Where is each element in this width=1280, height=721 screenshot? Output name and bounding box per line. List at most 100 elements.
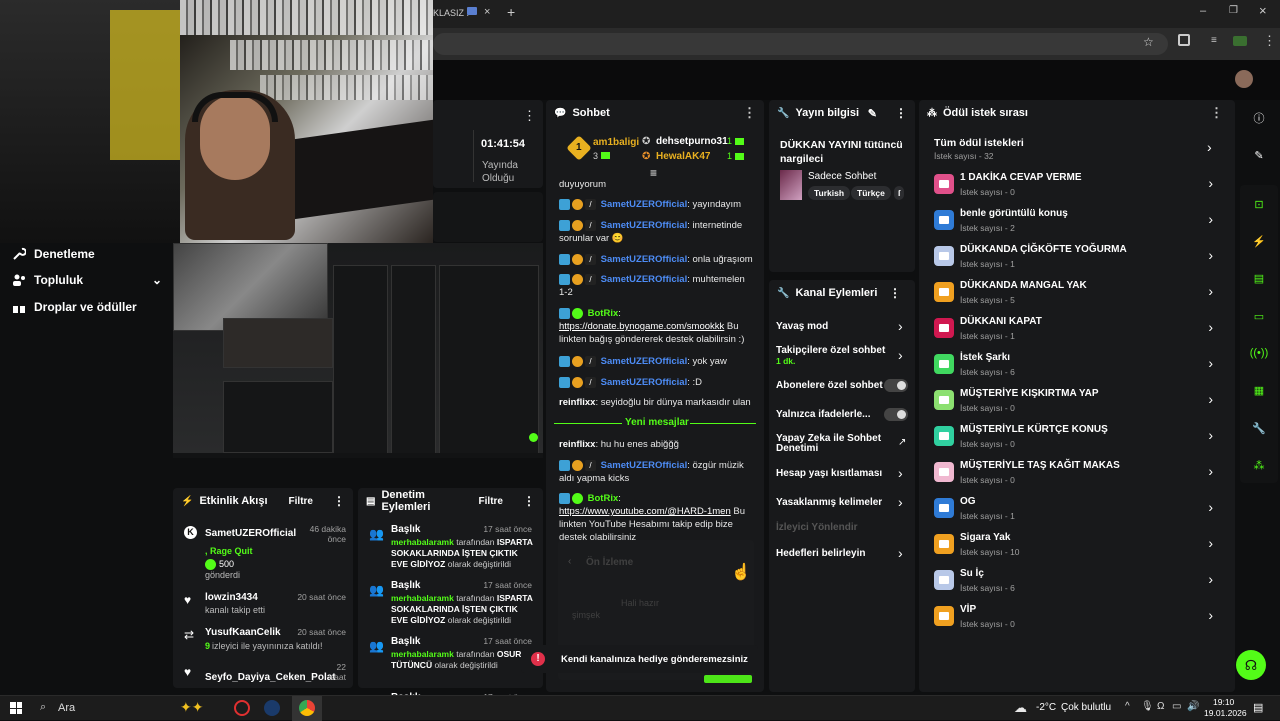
chat-icon[interactable]: ▭ xyxy=(1249,306,1269,326)
tab-close-icon[interactable]: × xyxy=(484,6,490,18)
moderator-name[interactable]: merhabalaramk xyxy=(391,593,454,603)
edit-pencil-icon[interactable]: ✎ xyxy=(1249,145,1269,165)
notifications-icon[interactable]: ▤ xyxy=(1253,701,1263,714)
reward-row[interactable]: MÜŞTERİYE KIŞKIRTMA YAP İstek sayısı - 0 › xyxy=(934,386,1219,418)
leaderboard-user[interactable]: HewalAK47 xyxy=(656,151,710,162)
back-chevron-icon[interactable]: ‹ xyxy=(568,556,571,567)
tray-chevron-icon[interactable]: ^ xyxy=(1125,701,1130,712)
close-window-button[interactable]: × xyxy=(1259,3,1267,18)
avatar[interactable] xyxy=(1235,70,1253,88)
chevron-right-icon[interactable]: › xyxy=(1208,463,1213,479)
clip-icon[interactable]: ⊡ xyxy=(1249,194,1269,214)
bolt-icon[interactable]: ⚡ xyxy=(1249,231,1269,251)
subscribers-only-toggle[interactable] xyxy=(884,379,908,392)
chevron-right-icon[interactable]: › xyxy=(898,318,903,334)
activity-user[interactable]: SametUZEROfficial xyxy=(205,528,296,539)
chevron-right-icon[interactable]: › xyxy=(1207,139,1212,155)
moderator-name[interactable]: merhabalaramk xyxy=(391,649,454,659)
reward-row[interactable]: MÜŞTERİYLE TAŞ KAĞIT MAKAS İstek sayısı -… xyxy=(934,458,1219,490)
weather-desc[interactable]: Çok bulutlu xyxy=(1061,702,1111,713)
message-link[interactable]: https://www.youtube.com/@HARD-1men xyxy=(559,506,731,517)
kebab-menu-icon[interactable]: ⋮ xyxy=(889,286,901,300)
taskbar-date[interactable]: 19.01.2026 xyxy=(1204,708,1247,718)
tag-chip[interactable]: Turkish xyxy=(808,186,851,200)
activity-user[interactable]: lowzin3434 xyxy=(205,592,258,603)
kebab-menu-icon[interactable]: ⋮ xyxy=(895,106,907,120)
kebab-menu-icon[interactable]: ⋮ xyxy=(523,108,536,124)
moderator-name[interactable]: merhabalaramk xyxy=(391,537,454,547)
chevron-right-icon[interactable]: › xyxy=(1208,535,1213,551)
windows-start-icon[interactable] xyxy=(10,702,22,714)
chevron-right-icon[interactable]: › xyxy=(1208,283,1213,299)
reward-row[interactable]: OG İstek sayısı - 1 › xyxy=(934,494,1219,526)
reward-row[interactable]: benle görüntülü konuş İstek sayısı - 2 › xyxy=(934,206,1219,238)
action-account-age[interactable]: Hesap yaşı kısıtlaması xyxy=(776,468,908,479)
kebab-menu-icon[interactable]: ⋮ xyxy=(1210,105,1223,121)
reward-row[interactable]: MÜŞTERİYLE KÜRTÇE KONUŞ İstek sayısı - 0 › xyxy=(934,422,1219,454)
activity-user[interactable]: YusufKaanCelik xyxy=(205,627,281,638)
chevron-right-icon[interactable]: › xyxy=(1208,499,1213,515)
chevron-right-icon[interactable]: › xyxy=(898,545,903,561)
kebab-menu-icon[interactable]: ⋮ xyxy=(333,494,345,508)
maximize-button[interactable]: ❐ xyxy=(1229,5,1238,16)
leaderboard-user[interactable]: am1baligi xyxy=(593,137,639,148)
rewards-icon[interactable]: ⁂ xyxy=(1249,455,1269,475)
chevron-right-icon[interactable]: › xyxy=(1208,607,1213,623)
bookmark-star-icon[interactable]: ☆ xyxy=(1143,35,1154,49)
moderation-filter-button[interactable]: Filtre xyxy=(479,496,503,507)
reward-row[interactable]: Sigara Yak İstek sayısı - 10 › xyxy=(934,530,1219,562)
activity-user[interactable]: Seyfo_Dayiya_Ceken_Polat xyxy=(205,672,336,683)
chevron-right-icon[interactable]: › xyxy=(1208,175,1213,191)
chat-username[interactable]: SametUZEROfficial xyxy=(601,460,688,471)
chevron-right-icon[interactable]: › xyxy=(898,494,903,510)
leaderboard-user[interactable]: dehsetpurno31 xyxy=(656,136,728,147)
popup-confirm-button[interactable] xyxy=(704,675,752,683)
chevron-right-icon[interactable]: › xyxy=(898,465,903,481)
sidebar-item-topluluk[interactable]: Topluluk ⌄ xyxy=(12,273,162,287)
emotes-only-toggle[interactable] xyxy=(884,408,908,421)
chevron-right-icon[interactable]: › xyxy=(1208,427,1213,443)
chat-username[interactable]: reinflixx xyxy=(559,397,595,408)
reward-row[interactable]: İstek Şarkı İstek sayısı - 6 › xyxy=(934,350,1219,382)
info-icon[interactable]: ⓘ xyxy=(1249,108,1269,128)
action-banned-words[interactable]: Yasaklanmış kelimeler xyxy=(776,497,908,508)
reward-row[interactable]: 1 DAKİKA CEVAP VERME İstek sayısı - 0 › xyxy=(934,170,1219,202)
taskbar-search[interactable]: Ara xyxy=(58,702,75,714)
stream-preview[interactable] xyxy=(173,243,543,458)
chat-username[interactable]: SametUZEROfficial xyxy=(601,377,688,388)
chevron-right-icon[interactable]: › xyxy=(1208,211,1213,227)
chevron-right-icon[interactable]: › xyxy=(898,347,903,363)
network-icon[interactable]: ▭ xyxy=(1172,701,1181,712)
chat-username[interactable]: reinflixx xyxy=(559,439,595,450)
reward-row[interactable]: VİP İstek sayısı - 0 › xyxy=(934,602,1219,634)
sidebar-item-droplar[interactable]: Droplar ve ödüller xyxy=(12,300,137,314)
chat-username[interactable]: SametUZEROfficial xyxy=(601,254,688,265)
tag-chip[interactable]: ſ xyxy=(894,186,905,200)
steam-icon[interactable] xyxy=(264,700,280,716)
layout-icon[interactable]: ▦ xyxy=(1249,380,1269,400)
obs-icon[interactable] xyxy=(234,700,250,716)
browser-tab-title[interactable]: KLASIZ ! xyxy=(433,8,469,18)
sidebar-item-denetleme[interactable]: Denetleme xyxy=(12,247,95,261)
chevron-right-icon[interactable]: › xyxy=(1208,391,1213,407)
chevron-right-icon[interactable]: › xyxy=(1208,571,1213,587)
chat-username[interactable]: SametUZEROfficial xyxy=(601,199,688,210)
wrench-icon[interactable]: 🔧 xyxy=(1249,418,1269,438)
volume-icon[interactable]: 🔊 xyxy=(1187,701,1199,712)
chat-username[interactable]: SametUZEROfficial xyxy=(601,356,688,367)
new-tab-icon[interactable]: + xyxy=(507,4,515,20)
reward-row[interactable]: DÜKKANDA MANGAL YAK İstek sayısı - 5 › xyxy=(934,278,1219,310)
support-headset-icon[interactable]: ☊ xyxy=(1236,650,1266,680)
mic-icon[interactable]: 🎙 xyxy=(1141,701,1154,712)
external-link-icon[interactable]: ↗ xyxy=(898,437,906,448)
message-link[interactable]: https://donate.bynogame.com/smookkk xyxy=(559,321,724,332)
list-icon[interactable]: ▤ xyxy=(1249,268,1269,288)
chevron-right-icon[interactable]: › xyxy=(1208,319,1213,335)
chat-username[interactable]: BotRix xyxy=(588,308,619,319)
kebab-menu-icon[interactable]: ⋮ xyxy=(523,494,535,508)
activity-filter-button[interactable]: Filtre xyxy=(289,496,313,507)
reward-row[interactable]: DÜKKANI KAPAT İstek sayısı - 1 › xyxy=(934,314,1219,346)
address-bar[interactable] xyxy=(433,33,1168,55)
action-set-goals[interactable]: Hedefleri belirleyin xyxy=(776,548,908,559)
chat-username[interactable]: SametUZEROfficial xyxy=(601,274,688,285)
